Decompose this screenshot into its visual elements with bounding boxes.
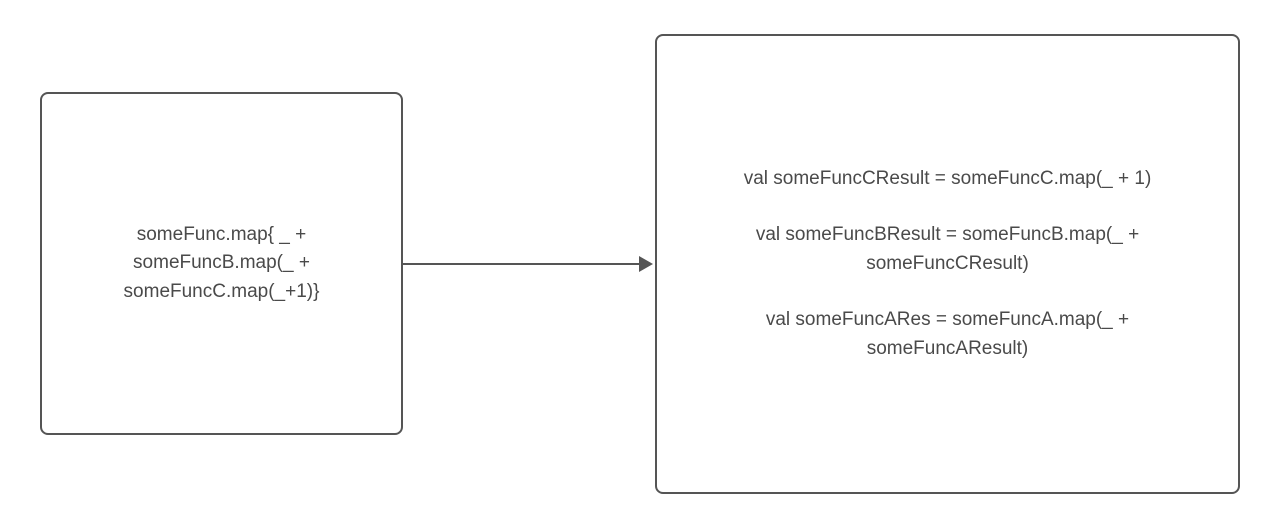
right-g3-line1: val someFuncARes = someFuncA.map(_ + — [766, 306, 1129, 335]
right-g2-line2: someFuncCResult) — [866, 250, 1029, 279]
arrow-connector — [403, 254, 655, 274]
left-line-2: someFuncB.map(_ + — [133, 249, 310, 278]
right-group-2: val someFuncBResult = someFuncB.map(_ + … — [756, 221, 1139, 278]
left-code-box: someFunc.map{ _ + someFuncB.map(_ + some… — [40, 92, 403, 435]
right-g1-line1: val someFuncCResult = someFuncC.map(_ + … — [744, 165, 1152, 194]
arrow-head-icon — [639, 256, 653, 272]
arrow-line — [403, 263, 641, 265]
right-g3-line2: someFuncAResult) — [867, 335, 1029, 364]
left-line-3: someFuncC.map(_+1)} — [124, 278, 320, 307]
left-line-1: someFunc.map{ _ + — [137, 221, 307, 250]
left-code-content: someFunc.map{ _ + someFuncB.map(_ + some… — [124, 221, 320, 307]
right-g2-line1: val someFuncBResult = someFuncB.map(_ + — [756, 221, 1139, 250]
right-group-3: val someFuncARes = someFuncA.map(_ + som… — [766, 306, 1129, 363]
right-code-box: val someFuncCResult = someFuncC.map(_ + … — [655, 34, 1240, 494]
right-group-1: val someFuncCResult = someFuncC.map(_ + … — [744, 165, 1152, 194]
